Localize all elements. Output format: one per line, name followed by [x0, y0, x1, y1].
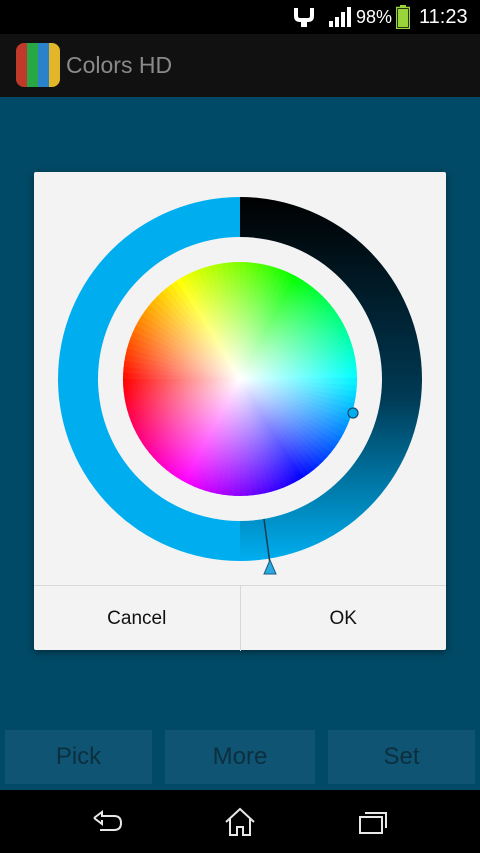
battery-percent: 98% [356, 6, 393, 27]
signal-icon [328, 0, 352, 34]
battery-icon [396, 0, 410, 34]
color-picker-area [58, 197, 422, 575]
clock: 11:23 [419, 5, 468, 28]
set-button[interactable]: Set [328, 730, 475, 784]
navigation-bar [0, 790, 480, 853]
status-bar: 98% 11:23 [0, 0, 480, 34]
ok-button[interactable]: OK [239, 586, 447, 651]
cancel-button[interactable]: Cancel [34, 586, 240, 651]
colors-hd-app-icon[interactable] [16, 43, 60, 87]
value-pointer-icon[interactable] [263, 558, 277, 575]
color-picker-dialog: Cancel OK [34, 172, 446, 651]
more-button[interactable]: More [165, 730, 315, 784]
usb-debug-icon [291, 0, 317, 34]
wheel-center-light [123, 262, 357, 496]
pick-button[interactable]: Pick [5, 730, 152, 784]
back-icon[interactable] [67, 790, 147, 853]
app-title: Colors HD [66, 52, 173, 78]
dialog-button-bar: Cancel OK [34, 585, 446, 651]
bottom-button-bar: Pick More Set [0, 730, 480, 784]
home-icon[interactable] [200, 790, 280, 853]
action-bar: Colors HD [0, 34, 480, 97]
recent-apps-icon[interactable] [333, 790, 413, 853]
color-selector-handle[interactable] [347, 407, 359, 419]
